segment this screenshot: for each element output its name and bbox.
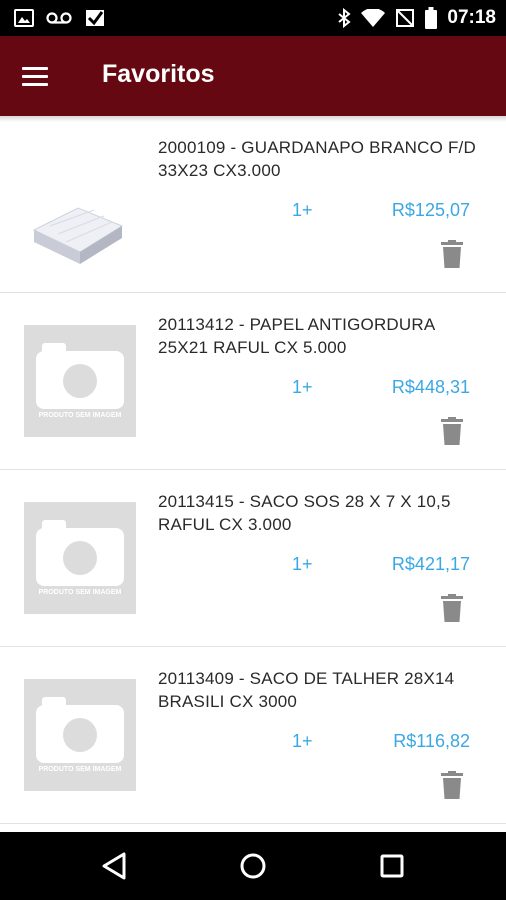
- list-item[interactable]: PRODUTO SEM IMAGEM 20113415 - SACO SOS 2…: [0, 470, 506, 647]
- voicemail-icon: [46, 12, 72, 24]
- no-image-placeholder: [24, 502, 136, 614]
- product-price: R$448,31: [391, 377, 470, 397]
- product-name: 20113412 - PAPEL ANTIGORDURA 25X21 RAFUL…: [158, 315, 435, 357]
- no-image-placeholder: [24, 325, 136, 437]
- product-name: 20113415 - SACO SOS 28 X 7 X 10,5 RAFUL …: [158, 492, 451, 534]
- product-name: 2000109 - GUARDANAPO BRANCO F/D 33X23 CX…: [158, 138, 476, 180]
- status-bar: 07:18: [0, 0, 506, 36]
- product-price: R$421,17: [391, 554, 470, 574]
- image-icon: [14, 9, 34, 27]
- status-time: 07:18: [447, 7, 496, 28]
- recents-icon[interactable]: [372, 846, 412, 886]
- status-bar-notifications: [14, 0, 106, 36]
- product-price: R$125,07: [391, 200, 470, 220]
- placeholder-caption: PRODUTO SEM IMAGEM: [38, 589, 122, 596]
- back-icon[interactable]: [94, 846, 134, 886]
- trash-icon[interactable]: [440, 771, 464, 799]
- battery-icon: [425, 7, 438, 29]
- list-item[interactable]: 2000109 - GUARDANAPO BRANCO F/D 33X23 CX…: [0, 116, 506, 293]
- home-icon[interactable]: [233, 846, 273, 886]
- product-qty: 1+: [292, 200, 313, 220]
- product-image: [24, 180, 136, 292]
- placeholder-caption: PRODUTO SEM IMAGEM: [38, 766, 122, 773]
- product-price: R$116,82: [393, 731, 470, 751]
- no-image-placeholder: [24, 679, 136, 791]
- placeholder-caption: PRODUTO SEM IMAGEM: [38, 412, 122, 419]
- no-signal-icon: [396, 9, 415, 27]
- page-title: Favoritos: [102, 60, 215, 88]
- navigation-bar: [0, 832, 506, 900]
- trash-icon[interactable]: [440, 417, 464, 445]
- hamburger-menu-icon[interactable]: [22, 58, 62, 94]
- product-qty: 1+: [292, 554, 313, 574]
- product-name: 20113409 - SACO DE TALHER 28X14 BRASILI …: [158, 669, 455, 711]
- product-qty: 1+: [292, 731, 313, 751]
- status-bar-system: 07:18: [337, 0, 496, 36]
- app-bar: Favoritos: [0, 36, 506, 116]
- product-qty: 1+: [292, 377, 313, 397]
- wifi-icon: [361, 9, 386, 27]
- list-item[interactable]: PRODUTO SEM IMAGEM 20113412 - PAPEL ANTI…: [0, 293, 506, 470]
- checkmark-icon: [86, 10, 104, 26]
- list-item[interactable]: PRODUTO SEM IMAGEM 20113409 - SACO DE TA…: [0, 647, 506, 824]
- trash-icon[interactable]: [440, 594, 464, 622]
- bluetooth-icon: [338, 8, 351, 28]
- trash-icon[interactable]: [440, 240, 464, 268]
